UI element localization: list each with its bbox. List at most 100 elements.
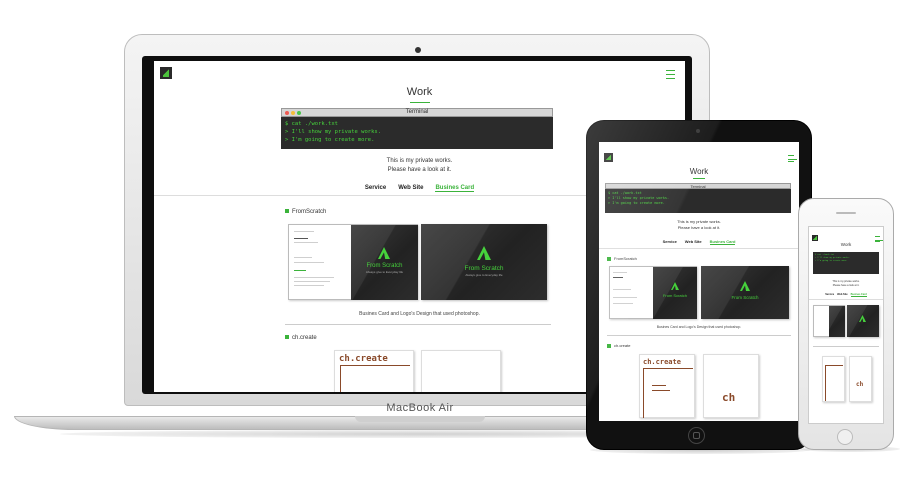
tab-divider	[809, 299, 883, 300]
card-text-line	[613, 277, 623, 278]
card-text-line	[613, 303, 633, 304]
card-text-line	[294, 285, 324, 286]
tablet-screen: Work Terminal $ cat ./work.txt > I'll sh…	[599, 142, 799, 421]
chcreate-card-front[interactable]: ch.create	[639, 354, 695, 418]
card-text-line	[294, 277, 334, 278]
chcreate-card-front[interactable]: ch.create	[334, 350, 414, 392]
chcreate-card-front[interactable]	[822, 356, 845, 402]
tab-web-site[interactable]: Web Site	[685, 239, 702, 245]
card-text-line	[294, 281, 330, 282]
minimize-dot-icon[interactable]	[291, 111, 295, 115]
title-underline	[693, 178, 705, 179]
tab-busines-card[interactable]: Busines Card	[850, 293, 867, 297]
phone-home-button[interactable]	[837, 429, 853, 445]
section-title-fromscratch: FromScratch	[607, 256, 637, 261]
fromscratch-card-front[interactable]	[813, 305, 845, 337]
card-text-line	[294, 270, 306, 271]
fromscratch-card-front[interactable]: From Scratch	[609, 266, 697, 319]
card-front-dark-half: From Scratch	[653, 267, 697, 319]
terminal-body: $ cat ./work.txt > I'll show my private …	[813, 252, 879, 274]
tablet-home-button[interactable]	[688, 427, 705, 444]
terminal-line: > I'll show my private works.	[285, 129, 382, 135]
tab-bar: Service Web Site Busines Card	[599, 239, 799, 245]
terminal-line: > I'm going to create more.	[608, 201, 665, 205]
card-text-line	[613, 297, 637, 298]
section-title-chcreate: ch.create	[607, 343, 630, 348]
hamburger-menu-icon[interactable]	[788, 155, 797, 162]
section-title-chcreate: ch.create	[285, 335, 317, 341]
chcreate-rule	[340, 365, 410, 366]
chcreate-card-back[interactable]: ch	[703, 354, 759, 418]
fromscratch-card-back[interactable]: From Scratch Always give to Everyday lif…	[421, 224, 547, 300]
maximize-dot-icon[interactable]	[297, 111, 301, 115]
tab-service[interactable]: Service	[825, 293, 834, 297]
site-logo-icon[interactable]	[812, 235, 818, 241]
close-dot-icon[interactable]	[285, 111, 289, 115]
card-text-line	[613, 272, 627, 273]
fromscratch-logo-icon	[477, 246, 491, 260]
section-title-fromscratch: FromScratch	[285, 209, 326, 215]
chcreate-rule	[825, 365, 826, 401]
intro-text: This is my private works. Please have a …	[599, 219, 799, 231]
chcreate-card-back[interactable]: ch	[849, 356, 872, 402]
tab-busines-card[interactable]: Busines Card	[435, 185, 475, 192]
section-divider	[813, 346, 879, 347]
card-text-line	[613, 289, 631, 290]
chcreate-card-back[interactable]	[421, 350, 501, 392]
fromscratch-card-front[interactable]: From Scratch Always give to Everyday lif…	[288, 224, 418, 300]
chcreate-rule	[643, 368, 693, 369]
page-title: Work	[406, 86, 433, 98]
card-text-line	[652, 385, 666, 386]
terminal-body: $ cat ./work.txt > I'll show my private …	[605, 189, 791, 213]
tab-service[interactable]: Service	[663, 239, 677, 245]
tab-busines-card[interactable]: Busines Card	[709, 239, 736, 245]
terminal-title: Terminal	[405, 109, 429, 115]
chcreate-back-mark: ch	[856, 381, 864, 388]
tablet-camera	[696, 129, 700, 133]
title-underline	[410, 102, 430, 103]
tab-web-site[interactable]: Web Site	[398, 185, 423, 192]
fromscratch-caption: Busines Card and Logo's Design that used…	[656, 325, 742, 329]
chcreate-logo: ch.create	[643, 358, 681, 366]
card-front-dark-half: From Scratch Always give to Everyday lif…	[351, 225, 418, 300]
intro-line: Please have a look at it.	[832, 284, 860, 287]
laptop-brand-label: MacBook Air	[386, 402, 454, 414]
laptop-opening-notch	[355, 416, 485, 422]
chcreate-rule	[340, 365, 341, 392]
card-brand-label: From Scratch	[731, 295, 759, 300]
page-title: Work	[689, 167, 709, 176]
tab-bar: Service Web Site Busines Card	[809, 293, 883, 297]
card-text-line	[294, 238, 308, 239]
hamburger-menu-icon[interactable]	[666, 70, 675, 79]
terminal-line: $ cat ./work.txt	[285, 121, 338, 127]
card-brand-sub: Always give to Everyday life	[365, 270, 404, 274]
chcreate-rule	[643, 368, 644, 418]
fromscratch-logo-icon	[378, 247, 390, 259]
chcreate-logo: ch.create	[339, 354, 388, 364]
intro-text: This is my private works. Please have a …	[809, 280, 883, 288]
site-logo-icon[interactable]	[160, 67, 172, 79]
fromscratch-logo-icon	[740, 281, 750, 291]
intro-line: Please have a look at it.	[677, 225, 721, 230]
chcreate-back-mark: ch	[722, 391, 736, 404]
terminal-line: > I'm going to create more.	[285, 137, 375, 143]
tab-service[interactable]: Service	[365, 185, 386, 192]
card-text-line	[294, 262, 324, 263]
phone-speaker	[836, 212, 856, 214]
tab-web-site[interactable]: Web Site	[837, 293, 848, 297]
terminal-titlebar: Terminal	[281, 108, 553, 117]
laptop-camera	[415, 47, 421, 53]
card-brand-label: From Scratch	[464, 265, 504, 272]
section-divider	[607, 335, 791, 336]
fromscratch-card-back[interactable]	[847, 305, 879, 337]
card-text-line	[294, 231, 314, 232]
card-text-line	[652, 390, 670, 391]
phone-screen: Work $ cat ./work.txt > I'll show my pri…	[808, 226, 884, 424]
card-brand-label: From Scratch	[662, 293, 687, 298]
site-logo-icon[interactable]	[604, 153, 613, 162]
page-title: Work	[840, 242, 852, 247]
fromscratch-logo-icon	[671, 282, 679, 290]
fromscratch-card-back[interactable]: From Scratch	[701, 266, 789, 319]
card-brand-sub: Always give to Everyday life	[465, 273, 503, 277]
card-front-dark-half	[829, 306, 845, 337]
